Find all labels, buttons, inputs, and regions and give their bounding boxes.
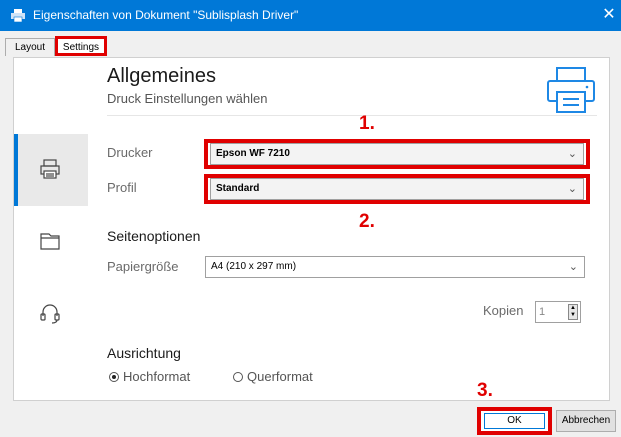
cancel-button[interactable]: Abbrechen [556, 410, 616, 432]
radio-unselected-icon [233, 372, 243, 382]
printer-icon [40, 159, 60, 179]
page-subtitle: Druck Einstellungen wählen [107, 91, 268, 106]
annotation-step-2: 2. [359, 211, 375, 232]
settings-panel [13, 57, 610, 401]
window-title: Eigenschaften von Dokument "Sublisplash … [33, 8, 299, 22]
chevron-down-icon: ⌄ [568, 261, 578, 273]
sidebar [14, 58, 88, 400]
headset-icon [40, 304, 60, 324]
ok-button[interactable]: OK [477, 407, 552, 435]
copies-stepper[interactable]: 1 ▲ ▼ [535, 301, 581, 323]
active-indicator [14, 134, 18, 206]
profil-label: Profil [107, 180, 137, 195]
tab-settings[interactable]: Settings [55, 36, 107, 56]
radio-hochformat[interactable]: Hochformat [109, 369, 190, 385]
page-title: Allgemeines [107, 65, 216, 87]
spinner-arrows-icon[interactable]: ▲ ▼ [568, 304, 578, 320]
printer-app-icon [11, 9, 25, 22]
page-options-heading: Seitenoptionen [107, 228, 201, 244]
header-divider [107, 115, 597, 116]
printer-icon [547, 67, 595, 113]
drucker-label: Drucker [107, 145, 153, 160]
sidebar-item-support[interactable] [14, 278, 88, 350]
sidebar-item-page[interactable] [14, 206, 88, 278]
sidebar-item-printer[interactable] [14, 134, 88, 206]
title-bar: Eigenschaften von Dokument "Sublisplash … [0, 0, 621, 31]
paper-size-select[interactable]: A4 (210 x 297 mm) ⌄ [205, 256, 585, 278]
annotation-step-1: 1. [359, 113, 375, 134]
copies-label: Kopien [483, 303, 524, 318]
radio-selected-icon [109, 372, 119, 382]
copies-value: 1 [539, 306, 546, 318]
radio-querformat-label: Querformat [247, 369, 313, 384]
paper-size-label: Papiergröße [107, 259, 179, 274]
orientation-heading: Ausrichtung [107, 345, 181, 361]
highlight-profil [204, 174, 590, 204]
page-icon [40, 233, 60, 250]
ok-button-label: OK [507, 415, 522, 426]
tab-layout[interactable]: Layout [5, 38, 55, 56]
radio-hochformat-label: Hochformat [123, 369, 191, 384]
tab-strip: Layout Settings [0, 31, 621, 57]
close-icon[interactable]: ✕ [600, 6, 618, 24]
radio-querformat[interactable]: Querformat [233, 369, 313, 385]
paper-size-value: A4 (210 x 297 mm) [211, 261, 297, 272]
annotation-step-3: 3. [477, 380, 493, 401]
highlight-drucker [204, 139, 590, 169]
